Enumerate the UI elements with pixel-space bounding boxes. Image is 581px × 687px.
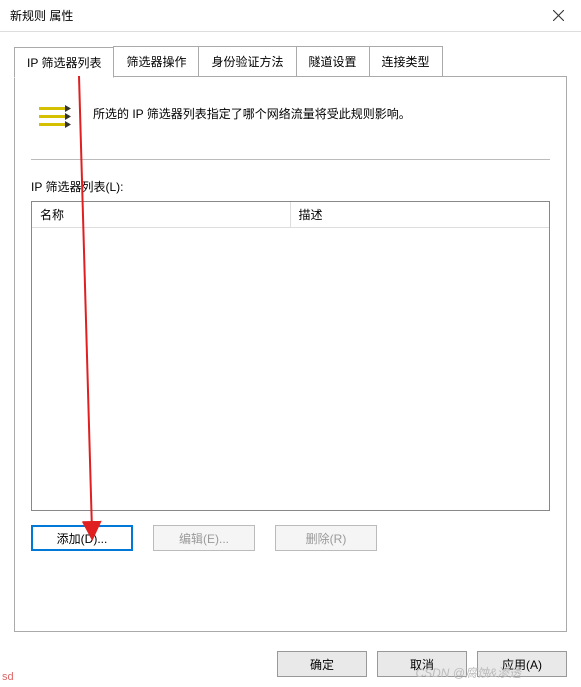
- tab-ip-filter-list[interactable]: IP 筛选器列表: [14, 47, 114, 78]
- remove-button: 删除(R): [275, 525, 377, 551]
- window-title: 新规则 属性: [10, 7, 73, 24]
- tab-label: 身份验证方法: [211, 55, 283, 69]
- filter-list-icon: [37, 101, 71, 135]
- ok-button[interactable]: 确定: [277, 651, 367, 677]
- list-header: 名称 描述: [32, 202, 549, 228]
- close-icon: [553, 10, 564, 21]
- tab-panel: 所选的 IP 筛选器列表指定了哪个网络流量将受此规则影响。 IP 筛选器列表(L…: [14, 77, 567, 632]
- add-button[interactable]: 添加(D)...: [31, 525, 133, 551]
- tab-connection-type[interactable]: 连接类型: [369, 46, 443, 76]
- list-label: IP 筛选器列表(L):: [31, 178, 550, 195]
- close-button[interactable]: [536, 0, 581, 32]
- ip-filter-listbox[interactable]: 名称 描述: [31, 201, 550, 511]
- info-text: 所选的 IP 筛选器列表指定了哪个网络流量将受此规则影响。: [93, 101, 411, 124]
- info-row: 所选的 IP 筛选器列表指定了哪个网络流量将受此规则影响。: [31, 95, 550, 160]
- tab-tunnel-settings[interactable]: 隧道设置: [296, 46, 370, 76]
- edit-button: 编辑(E)...: [153, 525, 255, 551]
- tab-filter-action[interactable]: 筛选器操作: [113, 46, 199, 76]
- column-header-name[interactable]: 名称: [32, 202, 291, 228]
- tab-label: IP 筛选器列表: [27, 56, 101, 70]
- tab-label: 筛选器操作: [126, 55, 186, 69]
- stray-text: sd: [2, 671, 14, 683]
- list-button-row: 添加(D)... 编辑(E)... 删除(R): [31, 525, 550, 551]
- column-header-desc[interactable]: 描述: [291, 202, 550, 228]
- tab-strip: IP 筛选器列表 筛选器操作 身份验证方法 隧道设置 连接类型: [14, 46, 567, 77]
- dialog-content: IP 筛选器列表 筛选器操作 身份验证方法 隧道设置 连接类型 所选的 IP 筛…: [0, 32, 581, 642]
- tab-auth-method[interactable]: 身份验证方法: [198, 46, 296, 76]
- tab-label: 隧道设置: [309, 55, 357, 69]
- titlebar: 新规则 属性: [0, 0, 581, 32]
- watermark: CSDN @腐蚀&渗透: [415, 664, 521, 681]
- tab-label: 连接类型: [382, 55, 430, 69]
